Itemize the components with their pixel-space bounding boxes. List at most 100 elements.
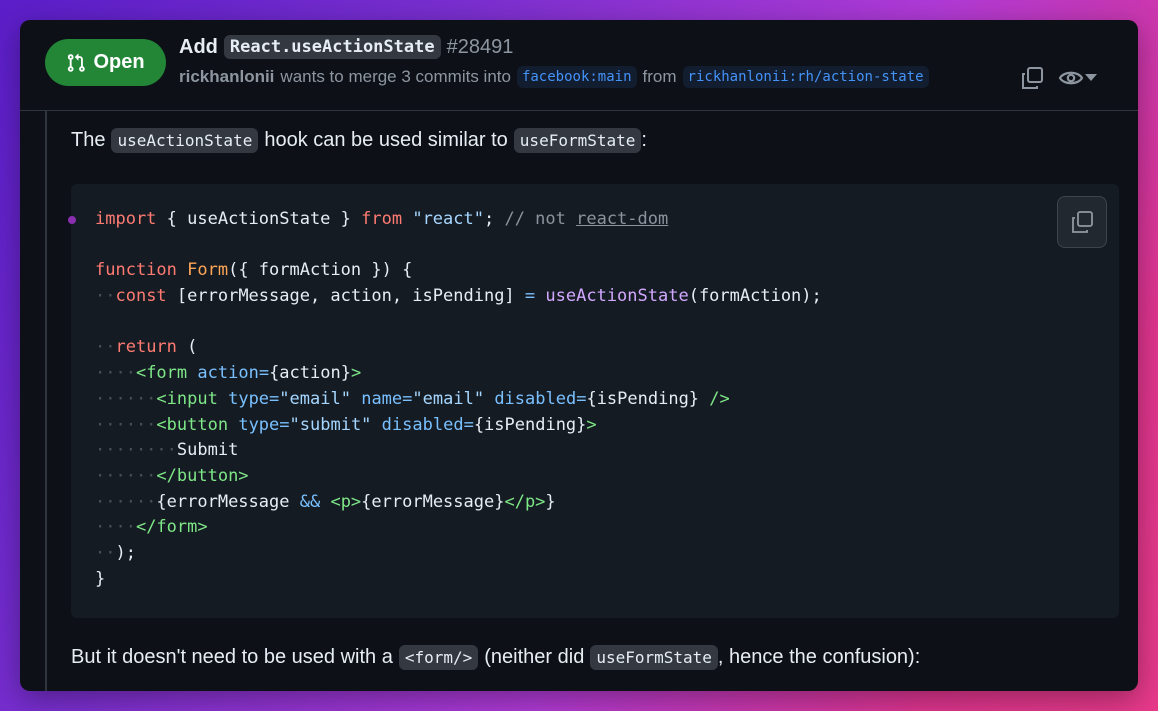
token: (: [176, 337, 198, 358]
token: ({ formAction }) {: [228, 260, 413, 281]
token: {action}: [269, 363, 351, 384]
head-branch[interactable]: rickhanlonii:rh/action-state: [682, 66, 929, 88]
pr-number: #28491: [446, 35, 514, 58]
token: "email": [279, 388, 351, 409]
token: ;: [483, 209, 505, 229]
whitespace: ····: [95, 517, 136, 538]
whitespace: ····: [95, 363, 136, 384]
token: &&: [299, 491, 321, 512]
title-code: React.useActionState: [223, 35, 441, 59]
paragraph-intro: The useActionState hook can be used simi…: [71, 128, 647, 153]
token: disabled: [381, 414, 464, 435]
eye-icon: [1058, 71, 1084, 85]
pull-request-window: Open Add React.useActionState #28491 ric…: [20, 20, 1138, 691]
paragraph-followup: But it doesn't need to be used with a <f…: [71, 645, 920, 670]
token: // not: [504, 209, 577, 229]
whitespace: ········: [95, 440, 177, 461]
text: , hence the confusion):: [717, 646, 921, 668]
token: { useActionState }: [156, 209, 362, 229]
title-prefix: Add: [179, 35, 218, 58]
code-line: ········Submit: [95, 438, 822, 464]
token: "email": [412, 388, 485, 409]
whitespace: ··: [95, 542, 116, 563]
code-line: ······<button type="submit" disabled={is…: [95, 413, 822, 439]
timeline-line: [45, 110, 47, 691]
token: =: [279, 414, 290, 435]
base-branch[interactable]: facebook:main: [516, 66, 637, 88]
whitespace: ······: [95, 414, 157, 435]
token: </button>: [156, 465, 249, 486]
code-line: ······<input type="email" name="email" d…: [95, 387, 822, 413]
whitespace: ··: [95, 286, 116, 307]
token: {isPending}: [586, 388, 700, 409]
code-line: }: [95, 567, 822, 593]
pr-subtitle: rickhanlonii wants to merge 3 commits in…: [179, 66, 929, 88]
whitespace: ······: [95, 465, 157, 486]
text: But it doesn't need to be used with a: [71, 646, 393, 668]
token: <input: [156, 388, 218, 409]
token: =: [269, 388, 280, 409]
code-line: ····<form action={action}>: [95, 361, 822, 387]
token: =: [402, 388, 413, 409]
whitespace: ······: [95, 388, 157, 409]
code-line: import { useActionState } from "react"; …: [95, 207, 822, 233]
token: >: [350, 363, 362, 384]
copy-icon: [1022, 67, 1043, 89]
inline-code: <form/>: [398, 645, 479, 670]
token: =: [258, 363, 270, 384]
code-line: ······</button>: [95, 464, 822, 490]
token: [errorMessage, action, isPending]: [166, 286, 525, 307]
token: =: [463, 414, 474, 435]
merge-text: wants to merge 3 commits into: [280, 67, 511, 86]
comment-link[interactable]: react-dom: [576, 209, 668, 229]
token: type: [228, 388, 270, 409]
token: function: [95, 260, 177, 281]
copy-branch-button[interactable]: [1018, 64, 1046, 92]
token: from: [361, 209, 403, 229]
token: }: [95, 568, 106, 589]
token: {errorMessage}: [361, 491, 505, 512]
inline-code: useFormState: [590, 645, 718, 670]
pr-header: Open Add React.useActionState #28491 ric…: [20, 20, 1138, 111]
token: </form>: [135, 517, 208, 538]
text: (neither did: [484, 646, 585, 668]
text: hook can be used similar to: [264, 129, 508, 151]
token: type: [238, 414, 280, 435]
copy-code-button[interactable]: [1057, 196, 1107, 248]
status-label: Open: [93, 51, 145, 73]
token: Form: [187, 260, 229, 281]
git-pull-request-icon: [68, 53, 86, 72]
token: import: [95, 209, 157, 229]
marker-dot: [68, 216, 76, 224]
token: {isPending}: [473, 414, 587, 435]
token: >: [586, 414, 597, 435]
text: The: [71, 129, 106, 151]
caret-down-icon: [1085, 74, 1097, 81]
token: Submit: [176, 440, 239, 461]
code-block: import { useActionState } from "react"; …: [68, 184, 1119, 618]
token: const: [115, 286, 167, 307]
author-link[interactable]: rickhanlonii: [179, 67, 274, 87]
token: disabled: [494, 388, 577, 409]
token: name: [361, 388, 403, 409]
code-line: ······{errorMessage && <p>{errorMessage}…: [95, 490, 822, 516]
code-lines: import { useActionState } from "react"; …: [95, 207, 822, 592]
code-line: ····</form>: [95, 515, 822, 541]
watch-dropdown[interactable]: [1083, 64, 1099, 92]
token: return: [115, 337, 177, 358]
code-line: ··return (: [95, 335, 822, 361]
token: }: [545, 491, 556, 512]
status-badge: Open: [45, 39, 166, 86]
token: useActionState: [545, 286, 689, 307]
token: );: [115, 542, 136, 563]
